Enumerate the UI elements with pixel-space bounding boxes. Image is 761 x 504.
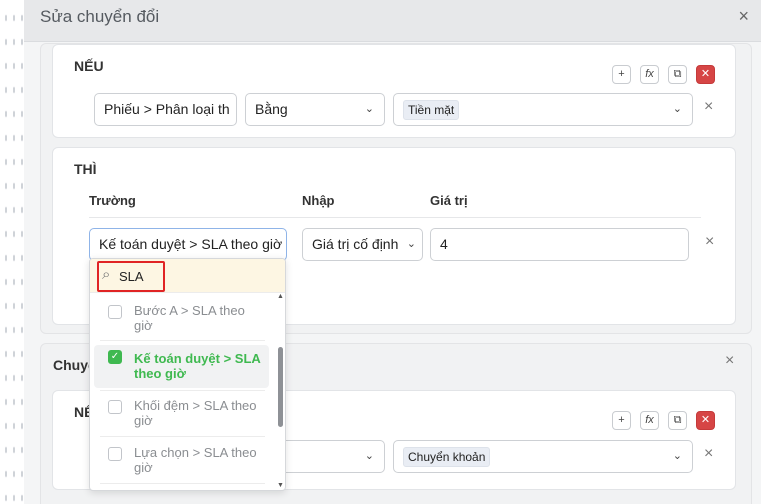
then-title: THÌ — [74, 161, 97, 177]
search-input[interactable]: ⌕ SLA — [97, 261, 165, 292]
checkbox[interactable] — [108, 447, 122, 461]
checkbox[interactable] — [108, 305, 122, 319]
checkbox-checked[interactable]: ✓ — [108, 350, 122, 364]
value-chip: Tiền mặt — [403, 100, 460, 121]
modal-title: Sửa chuyển đổi — [40, 7, 160, 26]
option-label: Kế toán duyệt > SLA theo giờ — [134, 351, 261, 381]
formula-icon[interactable]: fx — [640, 65, 659, 84]
remove-condition-icon[interactable]: × — [704, 98, 713, 116]
condition-field-value: Phiếu > Phân loại th — [104, 101, 230, 117]
action-field-select[interactable]: Kế toán duyệt > SLA theo giờ — [89, 228, 287, 261]
chevron-down-icon: ⌄ — [672, 450, 682, 462]
column-header-field: Trường — [89, 193, 136, 208]
chevron-down-icon: ⌄ — [364, 450, 374, 462]
condition-value-select[interactable]: Tiền mặt ⌄ — [393, 93, 693, 126]
option-label: Bước A > SLA theo giờ — [134, 303, 245, 333]
close-icon[interactable]: × — [738, 6, 749, 27]
divider — [100, 340, 265, 341]
action-input-type-value: Giá trị cố định — [312, 236, 399, 252]
divider — [89, 217, 701, 218]
field-dropdown: ⌕ SLA Bước A > SLA theo giờ ✓ Kế toán du… — [89, 258, 286, 491]
divider — [100, 436, 265, 437]
condition-operator-value: Bằng — [255, 101, 288, 117]
if-title: NẾU — [74, 58, 104, 74]
background-page-gutter — [0, 0, 24, 504]
remove-condition-icon[interactable]: × — [704, 445, 713, 463]
if-card: NẾU + fx ⧉ ✕ Phiếu > Phân loại th Bằng ⌄… — [52, 44, 736, 138]
divider — [100, 483, 265, 484]
condition-field-select[interactable]: Phiếu > Phân loại th — [94, 93, 237, 126]
action-value-input[interactable]: 4 — [430, 228, 689, 261]
formula-icon[interactable]: fx — [640, 411, 659, 430]
scrollbar-thumb[interactable] — [278, 347, 283, 427]
copy-icon[interactable]: ⧉ — [668, 411, 687, 430]
scroll-down-icon[interactable]: ▼ — [277, 482, 284, 489]
dropdown-option[interactable]: Lựa chọn > SLA theo giờ — [94, 445, 269, 479]
condition-operator-select[interactable]: Bằng ⌄ — [245, 93, 385, 126]
dropdown-scrollbar[interactable]: ▲ ▼ — [276, 293, 285, 490]
remove-action-icon[interactable]: × — [705, 233, 714, 251]
action-input-type-select[interactable]: Giá trị cố định ⌄ — [302, 228, 423, 261]
column-header-value: Giá trị — [430, 193, 468, 208]
option-label: Lựa chọn > SLA theo giờ — [134, 445, 257, 475]
remove-rule-icon[interactable]: × — [725, 352, 734, 370]
search-value: SLA — [119, 269, 144, 284]
modal-header: Sửa chuyển đổi × — [24, 0, 761, 42]
chevron-down-icon: ⌄ — [364, 103, 374, 115]
add-icon[interactable]: + — [612, 411, 631, 430]
value-chip: Chuyển khoản — [403, 447, 491, 468]
action-value-text: 4 — [440, 236, 448, 252]
scroll-up-icon[interactable]: ▲ — [277, 293, 284, 300]
dropdown-option[interactable]: Bước A > SLA theo giờ — [94, 303, 269, 337]
action-field-value: Kế toán duyệt > SLA theo giờ — [99, 236, 283, 252]
copy-icon[interactable]: ⧉ — [668, 65, 687, 84]
option-label: Khối đệm > SLA theo giờ — [134, 398, 257, 428]
divider — [100, 390, 265, 391]
dropdown-option-selected[interactable]: ✓ Kế toán duyệt > SLA theo giờ — [94, 345, 269, 388]
search-icon: ⌕ — [102, 266, 111, 283]
delete-icon[interactable]: ✕ — [696, 65, 715, 84]
chevron-down-icon: ⌄ — [672, 103, 682, 115]
rule2-value-select[interactable]: Chuyển khoản ⌄ — [393, 440, 693, 473]
dropdown-search-bar: ⌕ SLA — [90, 259, 285, 293]
checkbox[interactable] — [108, 400, 122, 414]
column-header-input: Nhập — [302, 193, 335, 208]
add-icon[interactable]: + — [612, 65, 631, 84]
dropdown-option[interactable]: Khối đệm > SLA theo giờ — [94, 398, 269, 432]
chevron-down-icon: ⌄ — [406, 238, 416, 250]
delete-icon[interactable]: ✕ — [696, 411, 715, 430]
